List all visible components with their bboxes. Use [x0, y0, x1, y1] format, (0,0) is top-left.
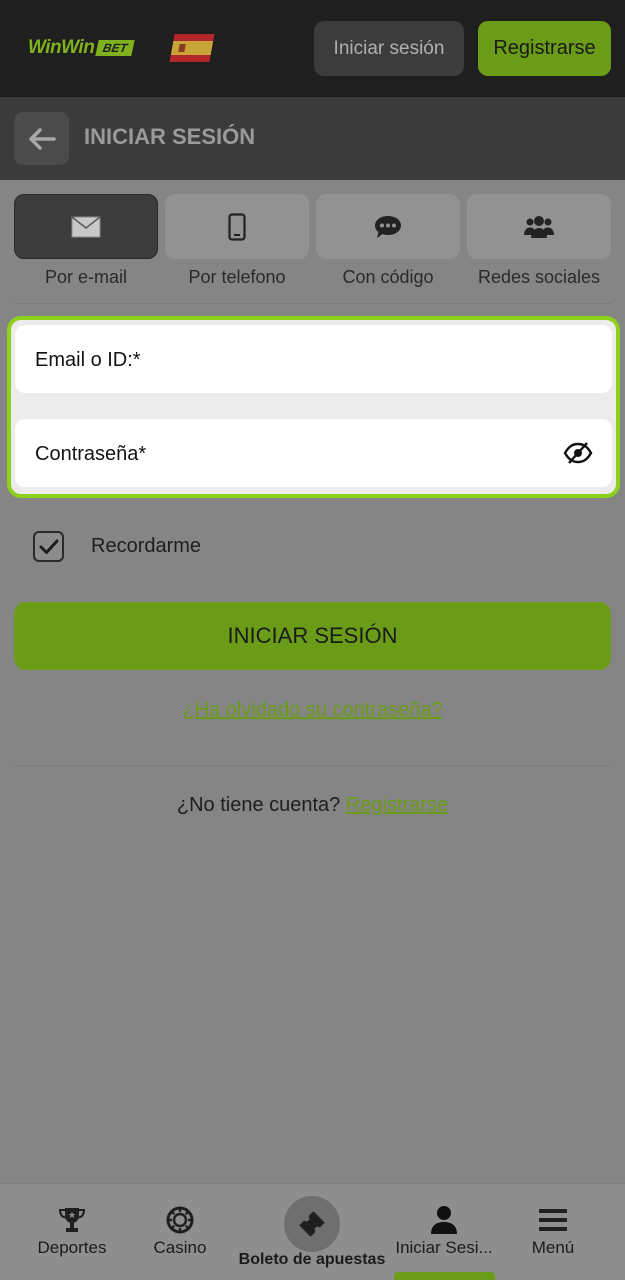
logo-text: WinWin: [28, 37, 95, 58]
tab-email-label: Por e-mail: [44, 267, 128, 287]
nav-login-label: Iniciar Sesi...: [395, 1238, 493, 1257]
login-form: Email o ID:* Contraseña*: [7, 316, 620, 498]
nav-betslip-label: Boleto de apuestas: [238, 1251, 386, 1268]
login-method-tabs: Por e-mail Por telefono Con código Redes…: [14, 194, 611, 290]
bottom-nav: Deportes Casino Boleto de apuestas Inici…: [0, 1183, 625, 1280]
nav-casino[interactable]: Casino: [140, 1184, 220, 1280]
back-button[interactable]: [14, 112, 69, 165]
top-header: WinWin BET Iniciar sesión Registrarse: [0, 0, 625, 97]
tab-phone-label: Por telefono: [188, 267, 286, 287]
password-visibility-toggle[interactable]: [562, 440, 594, 466]
remember-label: Recordarme: [91, 535, 202, 557]
signup-link[interactable]: Registrarse: [346, 794, 448, 816]
nav-menu[interactable]: Menú: [508, 1184, 598, 1280]
hamburger-icon: [539, 1209, 567, 1231]
password-placeholder: Contraseña*: [35, 443, 147, 465]
register-button[interactable]: Registrarse: [478, 21, 611, 76]
tab-code-label: Con código: [342, 267, 434, 287]
nav-login[interactable]: Iniciar Sesi...: [392, 1184, 496, 1280]
signup-row: ¿No tiene cuenta? Registrarse: [0, 794, 625, 817]
divider: [14, 765, 611, 766]
divider: [14, 303, 611, 304]
phone-icon: [228, 212, 246, 241]
email-placeholder: Email o ID:*: [35, 349, 141, 371]
eye-slash-icon: [563, 442, 593, 464]
checkmark-icon: [39, 539, 58, 554]
users-icon: [524, 215, 554, 238]
submit-login-button[interactable]: INICIAR SESIÓN: [14, 602, 611, 670]
tab-social-label: Redes sociales: [477, 267, 601, 287]
arrow-left-icon: [28, 127, 56, 150]
winwin-logo[interactable]: WinWin BET: [28, 36, 136, 60]
nav-betslip[interactable]: Boleto de apuestas: [232, 1184, 392, 1280]
title-bar: INICIAR SESIÓN: [0, 97, 625, 180]
nav-sports[interactable]: Deportes: [22, 1184, 122, 1280]
chat-bubble-icon: [375, 215, 401, 238]
password-field[interactable]: Contraseña*: [15, 419, 612, 487]
tab-code[interactable]: Con código: [316, 194, 460, 290]
nav-sports-label: Deportes: [37, 1238, 107, 1257]
nav-casino-label: Casino: [153, 1238, 207, 1257]
ticket-icon: [299, 1211, 325, 1237]
login-button[interactable]: Iniciar sesión: [314, 21, 464, 76]
trophy-icon: [58, 1208, 86, 1232]
tab-email[interactable]: Por e-mail: [14, 194, 158, 290]
remember-checkbox[interactable]: [33, 531, 64, 562]
nav-active-indicator: [394, 1272, 495, 1280]
user-icon: [431, 1206, 457, 1234]
casino-chip-icon: [166, 1206, 194, 1234]
tab-social[interactable]: Redes sociales: [467, 194, 611, 290]
page-title: INICIAR SESIÓN: [84, 124, 256, 149]
tab-phone[interactable]: Por telefono: [165, 194, 309, 290]
logo-badge: BET: [95, 40, 136, 56]
nav-menu-label: Menú: [531, 1238, 575, 1257]
flag-spain-icon[interactable]: [169, 34, 215, 62]
envelope-icon: [71, 215, 101, 237]
forgot-password-link[interactable]: ¿Ha olvidado su contraseña?: [0, 699, 625, 722]
email-field[interactable]: Email o ID:*: [15, 325, 612, 393]
no-account-text: ¿No tiene cuenta?: [176, 794, 341, 816]
